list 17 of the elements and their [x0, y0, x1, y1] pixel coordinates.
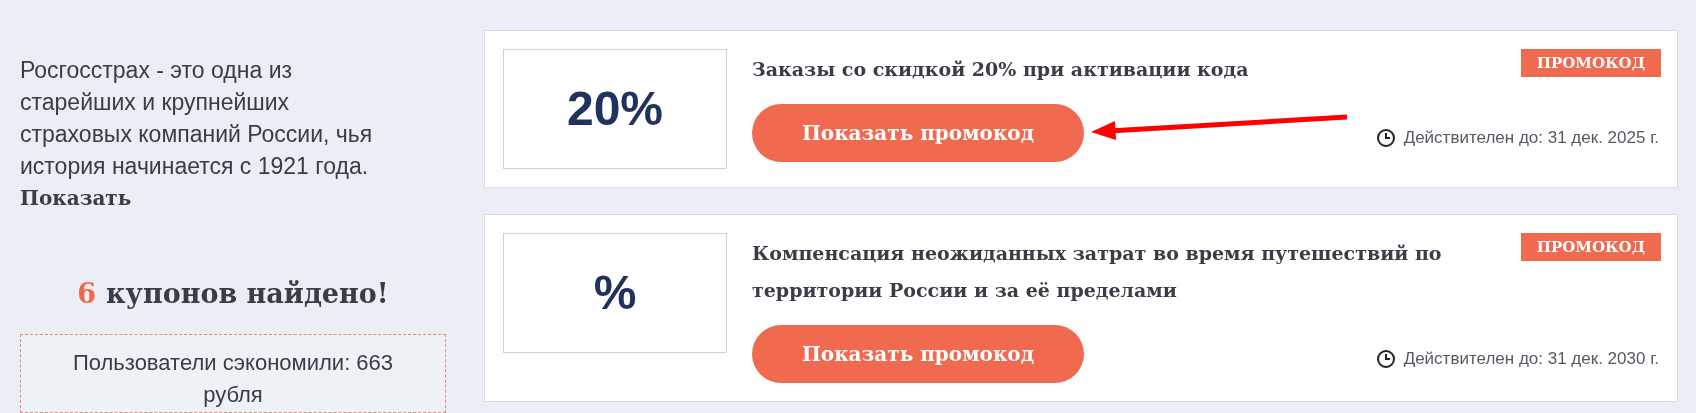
show-code-button[interactable]: Показать промокод — [752, 104, 1084, 162]
show-more-link[interactable]: Показать — [20, 182, 132, 214]
coupon-title: Заказы со скидкой 20% при активации кода — [752, 57, 1250, 82]
clock-icon — [1375, 349, 1396, 369]
description-text: Росгосстрах - это одна из старейших и крупнейших страховых компаний России, чья история начинается с 1921 года. — [20, 56, 374, 181]
coupon-count: 6 — [77, 277, 97, 311]
show-code-button[interactable]: Показать промокод — [752, 325, 1084, 383]
coupon-title: Компенсация неожиданных затрат во время путешествий по территории России и за её пределами — [752, 241, 1443, 303]
expiry-date: Действителен до: 31 дек. 2030 г. — [1403, 348, 1659, 371]
clock-icon — [1375, 128, 1396, 148]
discount-value: % — [503, 233, 727, 353]
promo-badge: ПРОМОКОД — [1520, 233, 1661, 261]
promo-badge: ПРОМОКОД — [1520, 49, 1661, 77]
found-heading: купонов найдено! — [106, 277, 389, 311]
discount-value: 20% — [503, 49, 727, 169]
expiry-date: Действителен до: 31 дек. 2025 г. — [1403, 127, 1659, 150]
savings-text: Пользователи сэкономили: 663 рубля — [71, 349, 395, 409]
